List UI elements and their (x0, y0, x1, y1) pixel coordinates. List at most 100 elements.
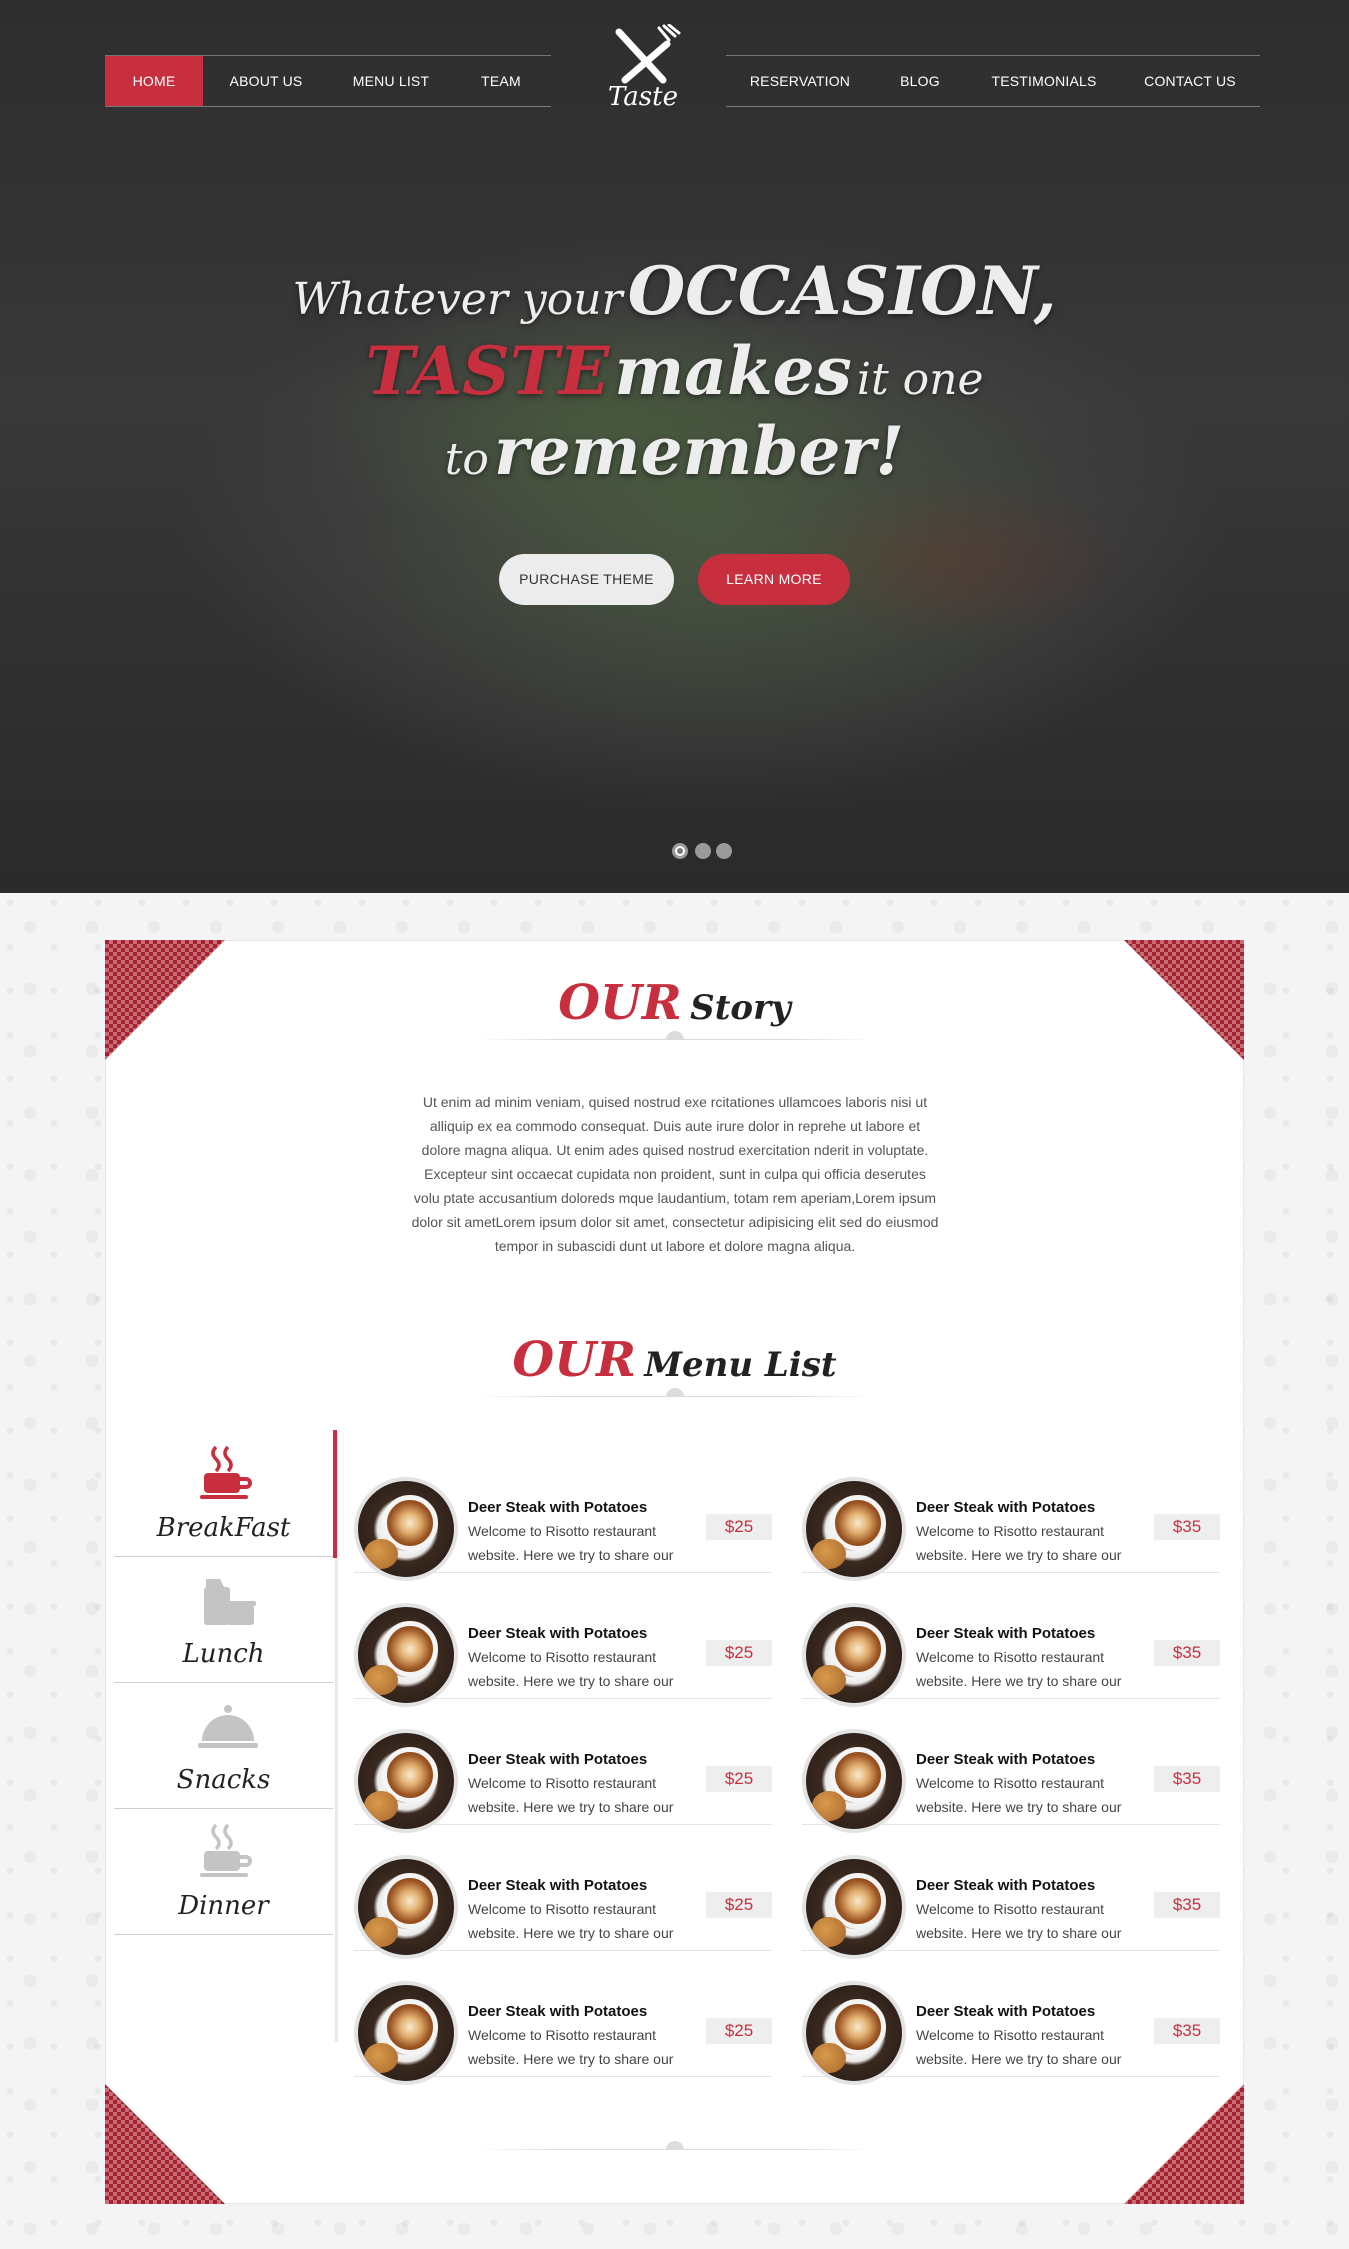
tab-label-lunch: Lunch (182, 1639, 265, 1669)
menu-item[interactable]: Deer Steak with Potatoes Welcome to Riso… (354, 1699, 772, 1833)
item-price: $25 (706, 1766, 772, 1792)
item-description: Welcome to Risotto restaurant website. H… (468, 2027, 674, 2067)
story-paragraph: Ut enim ad minim veniam, quised nostrud … (411, 1094, 939, 1254)
item-description: Welcome to Risotto restaurant website. H… (468, 1523, 674, 1563)
nav-about-us[interactable]: ABOUT US (220, 56, 312, 106)
menu-item[interactable]: Deer Steak with Potatoes Welcome to Riso… (354, 1573, 772, 1707)
item-description: Welcome to Risotto restaurant website. H… (916, 1523, 1122, 1563)
hero-text-whatever: Whatever your (292, 274, 623, 325)
item-price: $25 (706, 2018, 772, 2044)
hero-text-to: to (444, 434, 489, 485)
site-logo[interactable]: Taste (605, 23, 681, 120)
menu-item[interactable]: Deer Steak with Potatoes Welcome to Riso… (802, 1951, 1220, 2085)
menu-item[interactable]: Deer Steak with Potatoes Welcome to Riso… (354, 1951, 772, 2085)
menu-item[interactable]: Deer Steak with Potatoes Welcome to Riso… (354, 1447, 772, 1581)
coffee-cup-icon (200, 1823, 252, 1877)
item-thumbnail (802, 1855, 906, 1959)
tab-active-indicator (333, 1430, 337, 1558)
story-title-our: OUR (558, 975, 682, 1031)
coffee-cup-icon (200, 1445, 252, 1499)
hero-text-taste: TASTE (365, 332, 610, 410)
tab-lunch[interactable]: Lunch (114, 1557, 333, 1683)
nav-blog[interactable]: BLOG (886, 56, 954, 106)
item-title: Deer Steak with Potatoes (916, 1625, 1096, 1642)
menu-title: OUR Menu List (105, 1332, 1244, 1388)
slider-dot-2[interactable] (695, 843, 711, 859)
cloche-icon (198, 1705, 258, 1748)
logo-wordmark: Taste (607, 82, 678, 112)
item-title: Deer Steak with Potatoes (916, 2003, 1096, 2020)
nav-team[interactable]: TEAM (466, 56, 536, 106)
hero-text-remember: remember! (493, 412, 905, 490)
item-description: Welcome to Risotto restaurant website. H… (468, 1775, 674, 1815)
nav-divider-bottom-left (105, 106, 551, 107)
learn-more-button[interactable]: LEARN MORE (698, 554, 850, 605)
item-description: Welcome to Risotto restaurant website. H… (916, 1901, 1122, 1941)
item-title: Deer Steak with Potatoes (468, 2003, 648, 2020)
fork-knife-icon (615, 23, 681, 84)
item-thumbnail (802, 1477, 906, 1581)
tab-label-dinner: Dinner (178, 1891, 269, 1921)
tab-breakfast[interactable]: BreakFast (114, 1431, 333, 1557)
nav-reservation[interactable]: RESERVATION (742, 56, 858, 106)
item-description: Welcome to Risotto restaurant website. H… (916, 2027, 1122, 2067)
hero-scalloped-edge (0, 883, 1349, 895)
story-title-story: Story (690, 988, 791, 1028)
hero-text-occasion: OCCASION, (627, 252, 1057, 330)
item-price: $35 (1154, 1640, 1220, 1666)
menu-title-our: OUR (512, 1332, 636, 1388)
item-title: Deer Steak with Potatoes (468, 1625, 648, 1642)
hero-headline-line-1: Whatever your OCCASION, (0, 252, 1349, 330)
item-thumbnail (354, 1855, 458, 1959)
menu-item[interactable]: Deer Steak with Potatoes Welcome to Riso… (354, 1825, 772, 1959)
tab-snacks[interactable]: Snacks (114, 1683, 333, 1809)
item-thumbnail (802, 1603, 906, 1707)
takeaway-icon (204, 1579, 256, 1625)
nav-testimonials[interactable]: TESTIMONIALS (984, 56, 1104, 106)
hero-section: HOME ABOUT US MENU LIST TEAM RESERVATION… (0, 0, 1349, 893)
story-title: OUR Story (105, 975, 1244, 1031)
slider-dot-1[interactable] (672, 843, 688, 859)
item-title: Deer Steak with Potatoes (916, 1877, 1096, 1894)
item-description: Welcome to Risotto restaurant website. H… (468, 1649, 674, 1689)
item-title: Deer Steak with Potatoes (468, 1877, 648, 1894)
nav-home[interactable]: HOME (105, 56, 203, 106)
menu-title-menu-list: Menu List (644, 1345, 837, 1385)
item-thumbnail (802, 1981, 906, 2085)
hero-headline-line-3: to remember! (0, 412, 1349, 490)
item-description: Welcome to Risotto restaurant website. H… (916, 1649, 1122, 1689)
slider-dot-3[interactable] (716, 843, 732, 859)
item-price: $25 (706, 1640, 772, 1666)
menu-item[interactable]: Deer Steak with Potatoes Welcome to Riso… (802, 1699, 1220, 1833)
item-thumbnail (354, 1477, 458, 1581)
item-price: $35 (1154, 2018, 1220, 2044)
item-price: $25 (706, 1514, 772, 1540)
tab-dinner[interactable]: Dinner (114, 1809, 333, 1935)
hero-text-makes: makes (614, 332, 852, 410)
menu-item[interactable]: Deer Steak with Potatoes Welcome to Riso… (802, 1447, 1220, 1581)
item-price: $35 (1154, 1892, 1220, 1918)
nav-contact-us[interactable]: CONTACT US (1136, 56, 1244, 106)
nav-divider-bottom-right (726, 106, 1260, 107)
item-price: $25 (706, 1892, 772, 1918)
nav-menu-list[interactable]: MENU LIST (342, 56, 440, 106)
item-title: Deer Steak with Potatoes (916, 1751, 1096, 1768)
item-thumbnail (802, 1729, 906, 1833)
tab-label-breakfast: BreakFast (156, 1513, 291, 1543)
purchase-theme-button[interactable]: PURCHASE THEME (499, 554, 674, 605)
menu-item[interactable]: Deer Steak with Potatoes Welcome to Riso… (802, 1573, 1220, 1707)
hero-text-it-one: it one (856, 354, 984, 405)
hero-headline-line-2: TASTE makes it one (0, 332, 1349, 410)
item-thumbnail (354, 1603, 458, 1707)
item-description: Welcome to Risotto restaurant website. H… (916, 1775, 1122, 1815)
tab-label-snacks: Snacks (176, 1765, 271, 1795)
item-thumbnail (354, 1981, 458, 2085)
item-title: Deer Steak with Potatoes (468, 1751, 648, 1768)
item-description: Welcome to Risotto restaurant website. H… (468, 1901, 674, 1941)
item-price: $35 (1154, 1514, 1220, 1540)
item-title: Deer Steak with Potatoes (468, 1499, 648, 1516)
item-price: $35 (1154, 1766, 1220, 1792)
item-title: Deer Steak with Potatoes (916, 1499, 1096, 1516)
menu-item[interactable]: Deer Steak with Potatoes Welcome to Riso… (802, 1825, 1220, 1959)
item-thumbnail (354, 1729, 458, 1833)
